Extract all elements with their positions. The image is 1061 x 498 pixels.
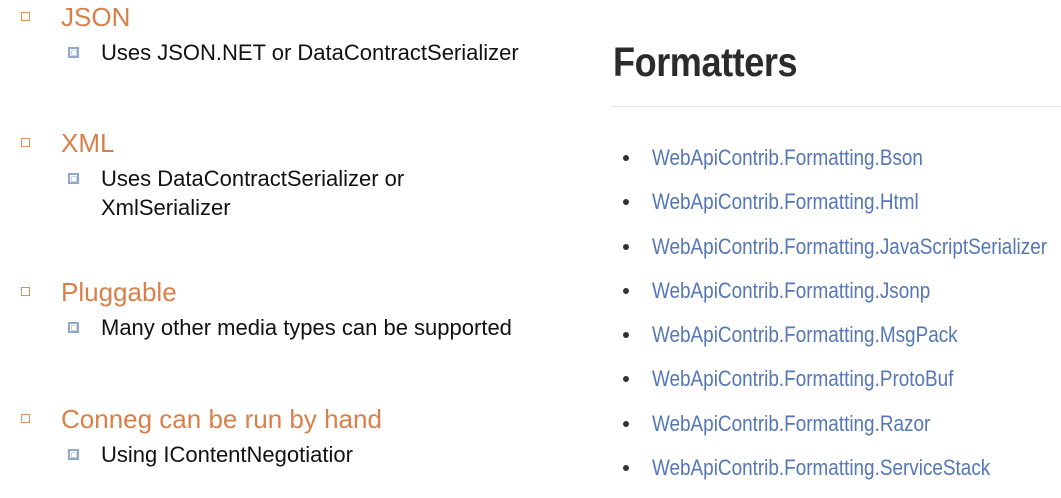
hollow-square-bullet-icon	[21, 287, 30, 296]
formatters-title: Formatters	[613, 39, 798, 85]
square-bullet-icon	[68, 449, 79, 460]
title-divider	[612, 106, 1061, 107]
outline-detail-row: Uses DataContractSerializer or XmlSerial…	[0, 164, 600, 222]
bullet-dot-icon	[623, 155, 629, 161]
list-item: WebApiContrib.Formatting.MsgPack	[612, 315, 1061, 359]
formatter-link-bson[interactable]: WebApiContrib.Formatting.Bson	[652, 144, 923, 172]
bullet-dot-icon	[623, 287, 629, 294]
outline-detail: Uses DataContractSerializer or XmlSerial…	[101, 166, 405, 220]
outline-heading: JSON	[61, 2, 131, 32]
bullet-dot-icon	[623, 199, 629, 206]
outline-section-json: JSON Uses JSON.NET or DataContractSerial…	[0, 0, 600, 67]
list-item: WebApiContrib.Formatting.Bson	[612, 138, 1061, 182]
hollow-square-bullet-icon	[21, 138, 30, 147]
outline-heading-row: Pluggable	[0, 275, 600, 309]
outline-heading: Pluggable	[61, 277, 177, 307]
outline-detail: Many other media types can be supported	[101, 315, 512, 340]
outline-section-xml: XML Uses DataContractSerializer or XmlSe…	[0, 126, 600, 222]
hollow-square-bullet-icon	[21, 12, 30, 21]
formatter-link-msgpack[interactable]: WebApiContrib.Formatting.MsgPack	[652, 321, 958, 349]
list-item: WebApiContrib.Formatting.ServiceStack	[612, 448, 1061, 492]
square-bullet-icon	[68, 322, 79, 333]
bullet-dot-icon	[623, 376, 629, 383]
bullet-dot-icon	[623, 243, 629, 250]
outline-heading-row: Conneg can be run by hand	[0, 402, 600, 436]
bullet-dot-icon	[623, 465, 629, 472]
outline-detail-row: Using IContentNegotiatior	[0, 440, 600, 469]
formatter-link-javascriptserializer[interactable]: WebApiContrib.Formatting.JavaScriptSeria…	[652, 233, 1047, 261]
outline-heading: Conneg can be run by hand	[61, 404, 382, 434]
outline-heading: XML	[61, 128, 115, 158]
formatter-link-jsonp[interactable]: WebApiContrib.Formatting.Jsonp	[652, 277, 930, 305]
list-item: WebApiContrib.Formatting.ProtoBuf	[612, 359, 1061, 403]
outline-detail: Uses JSON.NET or DataContractSerializer	[101, 40, 519, 65]
hollow-square-bullet-icon	[21, 414, 30, 423]
formatter-link-protobuf[interactable]: WebApiContrib.Formatting.ProtoBuf	[652, 365, 953, 393]
list-item: WebApiContrib.Formatting.Jsonp	[612, 271, 1061, 315]
square-bullet-icon	[68, 47, 79, 58]
bullet-dot-icon	[623, 420, 629, 427]
outline-detail-row: Uses JSON.NET or DataContractSerializer	[0, 38, 600, 67]
outline-section-conneg: Conneg can be run by hand Using IContent…	[0, 402, 600, 469]
outline-heading-row: JSON	[0, 0, 600, 34]
outline-detail-row: Many other media types can be supported	[0, 313, 600, 342]
outline-section-pluggable: Pluggable Many other media types can be …	[0, 275, 600, 342]
formatters-list: WebApiContrib.Formatting.Bson WebApiCont…	[612, 138, 1061, 492]
list-item: WebApiContrib.Formatting.Razor	[612, 404, 1061, 448]
list-item: WebApiContrib.Formatting.Html	[612, 182, 1061, 226]
outline-heading-row: XML	[0, 126, 600, 160]
outline-detail: Using IContentNegotiatior	[101, 442, 353, 467]
formatter-link-servicestack[interactable]: WebApiContrib.Formatting.ServiceStack	[652, 454, 990, 482]
formatter-link-razor[interactable]: WebApiContrib.Formatting.Razor	[652, 410, 930, 438]
square-bullet-icon	[68, 173, 79, 184]
formatters-panel: Formatters WebApiContrib.Formatting.Bson…	[612, 0, 1061, 498]
list-item: WebApiContrib.Formatting.JavaScriptSeria…	[612, 227, 1061, 271]
bullet-outline: JSON Uses JSON.NET or DataContractSerial…	[0, 0, 600, 498]
formatter-link-html[interactable]: WebApiContrib.Formatting.Html	[652, 188, 919, 216]
bullet-dot-icon	[623, 332, 629, 339]
